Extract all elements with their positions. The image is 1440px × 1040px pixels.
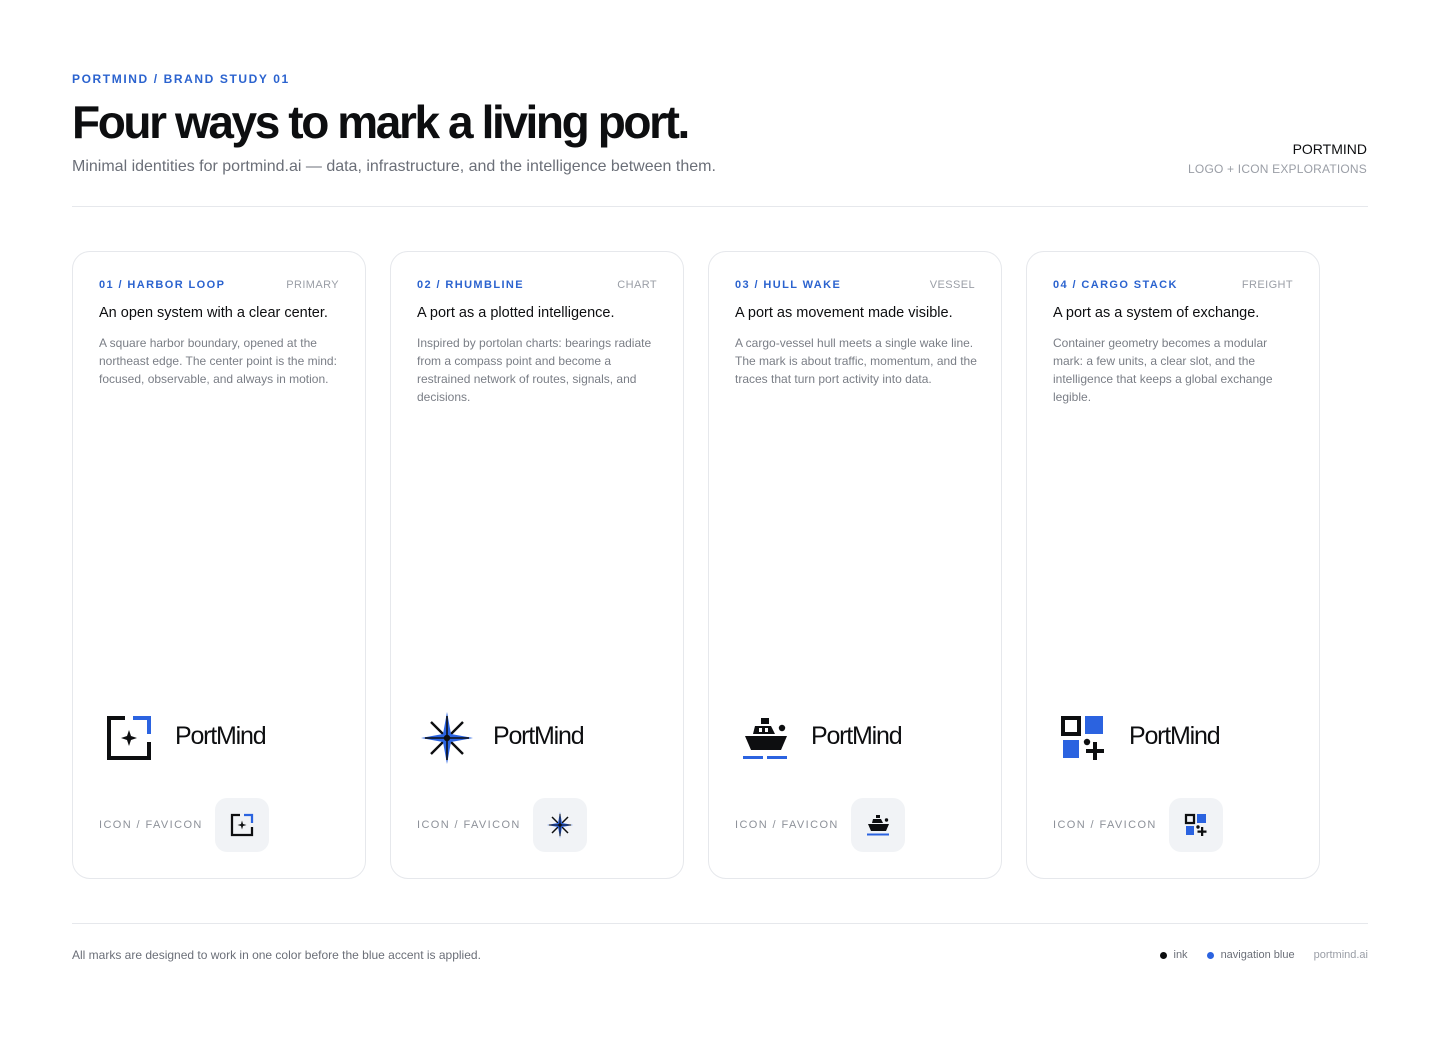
legend-item-blue: navigation blue <box>1206 949 1295 961</box>
ship-wake-icon <box>743 718 787 759</box>
favicon-label: ICON / FAVICON <box>735 819 839 831</box>
top-divider <box>72 206 1368 207</box>
legend-item-ink: ink <box>1159 949 1188 961</box>
favicon-tile <box>215 798 269 852</box>
favicon-label: ICON / FAVICON <box>1053 819 1157 831</box>
legend-label: navigation blue <box>1220 949 1295 961</box>
favicon-tile <box>851 798 905 852</box>
page-subtitle: Minimal identities for portmind.ai — dat… <box>72 158 716 175</box>
brand-name: PORTMIND <box>1292 141 1367 157</box>
footer-note: All marks are designed to work in one co… <box>72 948 481 962</box>
card-label: 03 / HULL WAKE <box>735 279 842 291</box>
card-body: A square harbor boundary, opened at the … <box>99 336 337 386</box>
card-tag: VESSEL <box>929 279 975 291</box>
card-body: Inspired by portolan charts: bearings ra… <box>417 336 652 404</box>
wordmark: PortMind <box>1129 722 1221 750</box>
card-label: 01 / HARBOR LOOP <box>99 279 226 291</box>
site-link[interactable]: portmind.ai <box>1314 949 1368 961</box>
compass-star-icon <box>547 812 573 838</box>
brand-subtitle: LOGO + ICON EXPLORATIONS <box>1188 162 1367 176</box>
card-tag: CHART <box>617 279 657 291</box>
card-body: Container geometry becomes a modular mar… <box>1053 336 1273 404</box>
favicon-tile <box>1169 798 1223 852</box>
card-headline: A port as a plotted intelligence. <box>417 305 615 321</box>
compass-star-icon <box>421 712 473 764</box>
card-headline: An open system with a clear center. <box>99 305 328 321</box>
wordmark: PortMind <box>811 722 903 750</box>
card-headline: A port as a system of exchange. <box>1053 305 1260 321</box>
color-legend: ink navigation blue portmind.ai <box>1159 949 1368 961</box>
page-title: Four ways to mark a living port. <box>72 96 690 148</box>
legend-label: ink <box>1173 949 1188 961</box>
card-label: 02 / RHUMBLINE <box>417 279 524 291</box>
ink-dot-icon <box>1159 951 1167 959</box>
harbor-loop-icon <box>107 716 151 760</box>
card-cargo-stack: 04 / CARGO STACK FREIGHT A port as a sys… <box>1026 251 1320 879</box>
card-tag: PRIMARY <box>286 279 339 291</box>
card-headline: A port as movement made visible. <box>735 305 953 321</box>
card-label: 04 / CARGO STACK <box>1053 279 1178 291</box>
blue-dot-icon <box>1206 951 1214 959</box>
favicon-label: ICON / FAVICON <box>99 819 203 831</box>
card-harbor-loop: 01 / HARBOR LOOP PRIMARY An open system … <box>72 251 366 879</box>
card-hull-wake: 03 / HULL WAKE VESSEL A port as movement… <box>708 251 1002 879</box>
cargo-stack-icon <box>1061 716 1104 760</box>
wordmark: PortMind <box>493 722 585 750</box>
eyebrow: PORTMIND / BRAND STUDY 01 <box>72 72 290 86</box>
card-body: A cargo-vessel hull meets a single wake … <box>735 336 977 386</box>
ship-wake-icon <box>867 815 889 836</box>
favicon-label: ICON / FAVICON <box>417 819 521 831</box>
bottom-divider <box>72 923 1368 924</box>
card-rhumbline: 02 / RHUMBLINE CHART A port as a plotted… <box>390 251 684 879</box>
favicon-tile <box>533 798 587 852</box>
harbor-loop-icon <box>230 813 254 837</box>
wordmark: PortMind <box>175 722 267 750</box>
card-tag: FREIGHT <box>1241 279 1293 291</box>
cargo-stack-icon <box>1184 813 1207 836</box>
